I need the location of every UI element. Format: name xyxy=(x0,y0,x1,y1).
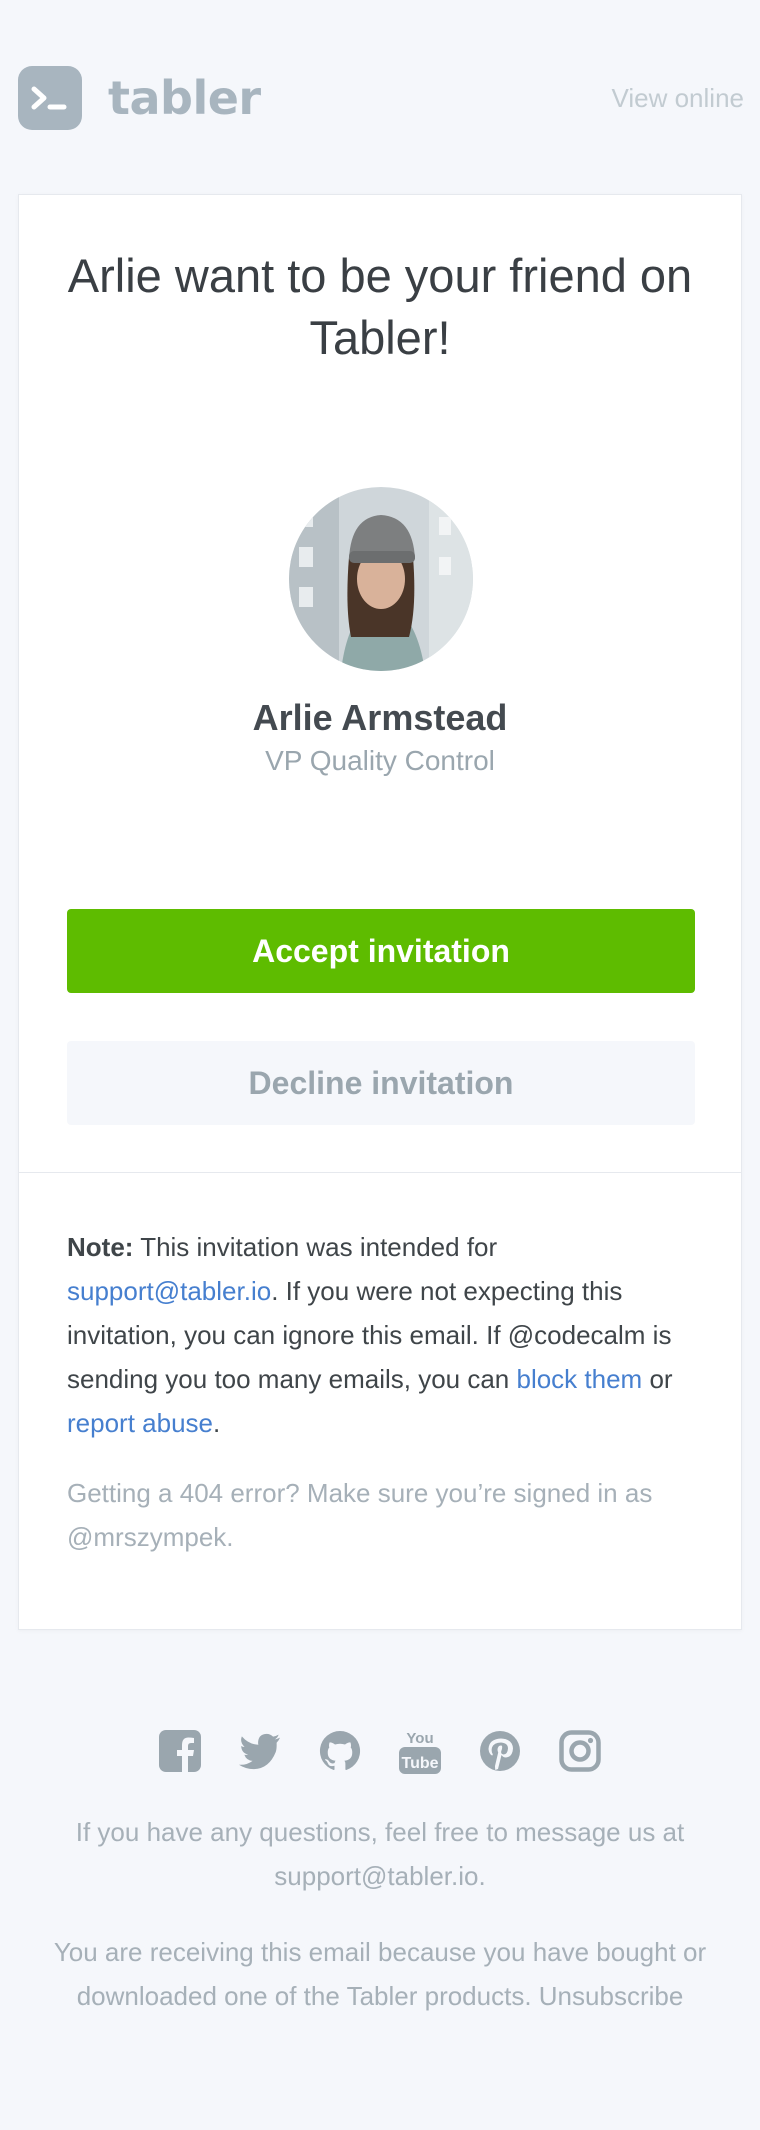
person-name: Arlie Armstead xyxy=(252,697,508,738)
github-icon[interactable] xyxy=(319,1728,361,1774)
unsubscribe-link[interactable]: Unsubscribe xyxy=(539,1981,684,2011)
person-role: VP Quality Control xyxy=(265,745,495,776)
pinterest-icon[interactable] xyxy=(479,1728,521,1774)
email-header: tabler View online xyxy=(18,66,744,130)
note-label: Note: xyxy=(67,1232,134,1262)
svg-text:Tube: Tube xyxy=(401,1755,438,1772)
footer-questions-text: If you have any questions, feel free to … xyxy=(75,1817,685,1891)
twitter-icon[interactable] xyxy=(239,1728,281,1774)
invitation-card: Arlie want to be your friend on Tabler! … xyxy=(18,194,742,1630)
youtube-icon[interactable]: You Tube xyxy=(399,1728,441,1774)
note-text: or xyxy=(642,1364,673,1394)
note-text: . xyxy=(212,1408,221,1438)
brand-logo[interactable]: tabler xyxy=(18,66,261,130)
invitation-title: Arlie want to be your friend on Tabler! xyxy=(67,249,693,364)
avatar xyxy=(289,487,473,671)
instagram-icon[interactable] xyxy=(559,1728,601,1774)
facebook-icon[interactable] xyxy=(159,1728,201,1774)
social-links: You Tube xyxy=(0,1728,760,1778)
note-text: This invitation was intended for xyxy=(133,1232,498,1262)
svg-text:You: You xyxy=(406,1730,433,1747)
support-email-link[interactable]: support@tabler.io xyxy=(67,1276,271,1306)
brand-name: tabler xyxy=(108,71,261,125)
footer-receiving-text: You are receiving this email because you… xyxy=(30,1930,730,2018)
terminal-icon xyxy=(18,66,82,130)
view-online-link[interactable]: View online xyxy=(611,83,744,114)
note-paragraph: Note: This invitation was intended for s… xyxy=(67,1225,693,1445)
divider xyxy=(19,1172,741,1173)
help-text: Getting a 404 error? Make sure you’re si… xyxy=(67,1478,653,1552)
block-them-link[interactable]: block them xyxy=(516,1364,642,1394)
decline-invitation-button[interactable]: Decline invitation xyxy=(67,1041,695,1125)
report-abuse-link[interactable]: report abuse xyxy=(67,1408,213,1438)
accept-invitation-button[interactable]: Accept invitation xyxy=(67,909,695,993)
